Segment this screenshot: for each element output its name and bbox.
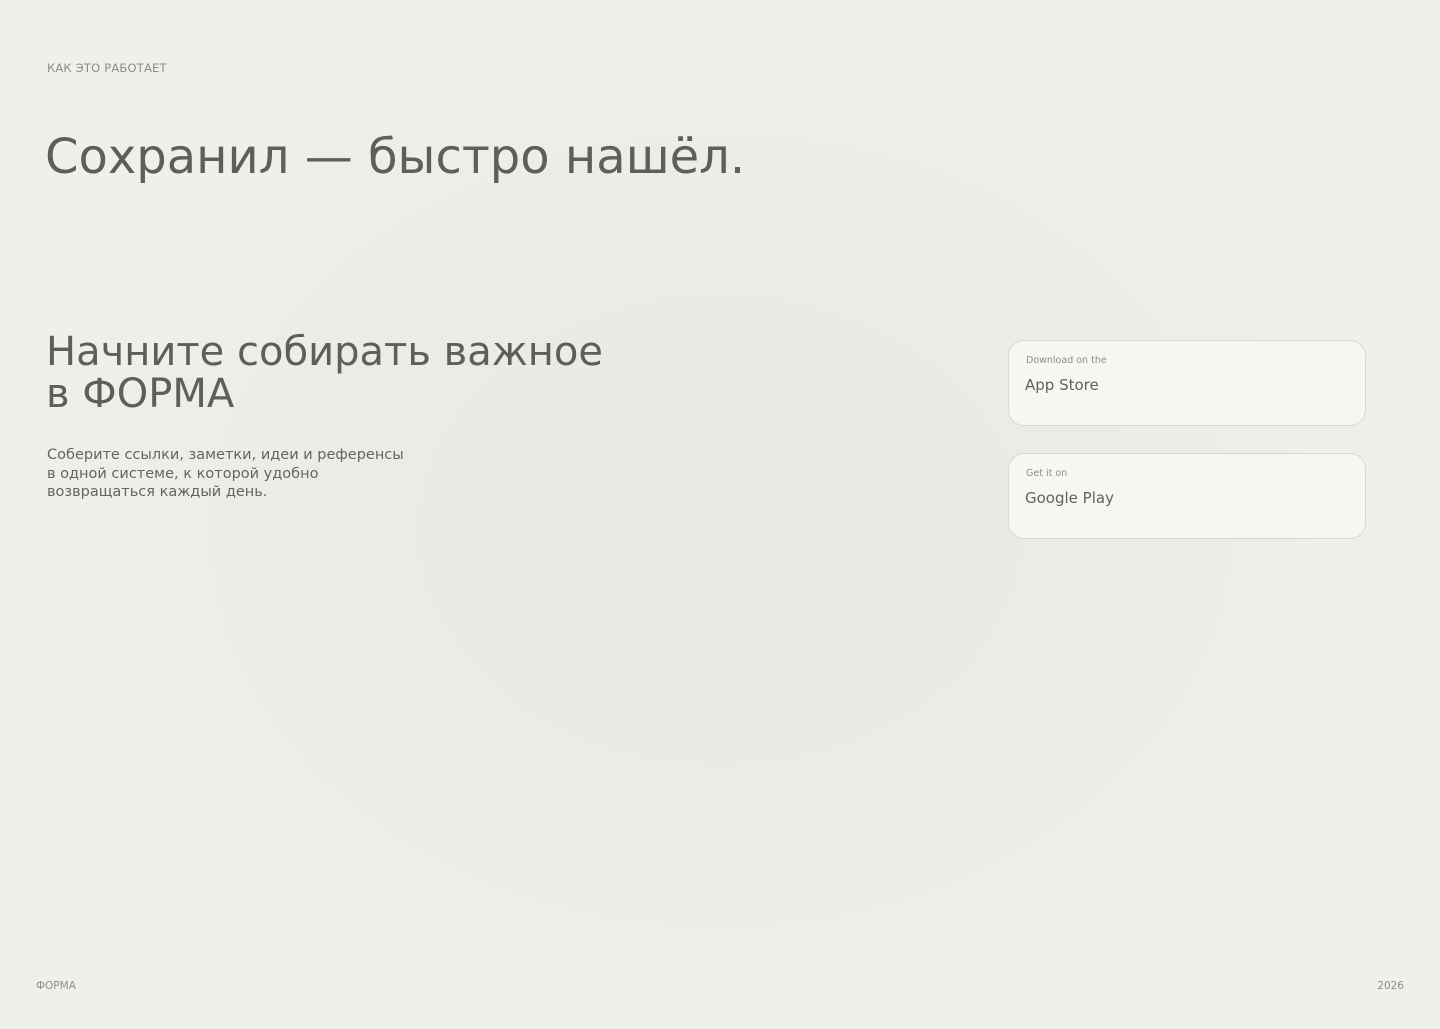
google-play-label: Google Play: [1025, 489, 1114, 507]
cta-description-line-1: Соберите ссылки, заметки, идеи и референ…: [47, 447, 404, 463]
page-title: Сохранил — быстро нашёл.: [45, 129, 746, 185]
google-play-caption: Get it on: [1026, 468, 1068, 479]
cta-heading-line-2: в ФОРМА: [46, 371, 235, 417]
app-store-button[interactable]: Download on the App Store: [1008, 340, 1366, 426]
eyebrow-label: КАК ЭТО РАБОТАЕТ: [47, 61, 167, 75]
app-store-label: App Store: [1025, 376, 1099, 394]
cta-description: Соберите ссылки, заметки, идеи и референ…: [47, 446, 427, 502]
cta-description-line-3: возвращаться каждый день.: [47, 484, 268, 501]
app-store-caption: Download on the: [1026, 355, 1107, 366]
footer-brand: ФОРМА: [36, 980, 76, 992]
footer-year: 2026: [1377, 980, 1404, 992]
google-play-button[interactable]: Get it on Google Play: [1008, 453, 1366, 539]
cta-heading: Начните собирать важное в ФОРМА: [46, 331, 603, 415]
cta-heading-line-1: Начните собирать важное: [46, 329, 603, 375]
cta-description-line-2: в одной системе, к которой удобно: [47, 465, 319, 482]
